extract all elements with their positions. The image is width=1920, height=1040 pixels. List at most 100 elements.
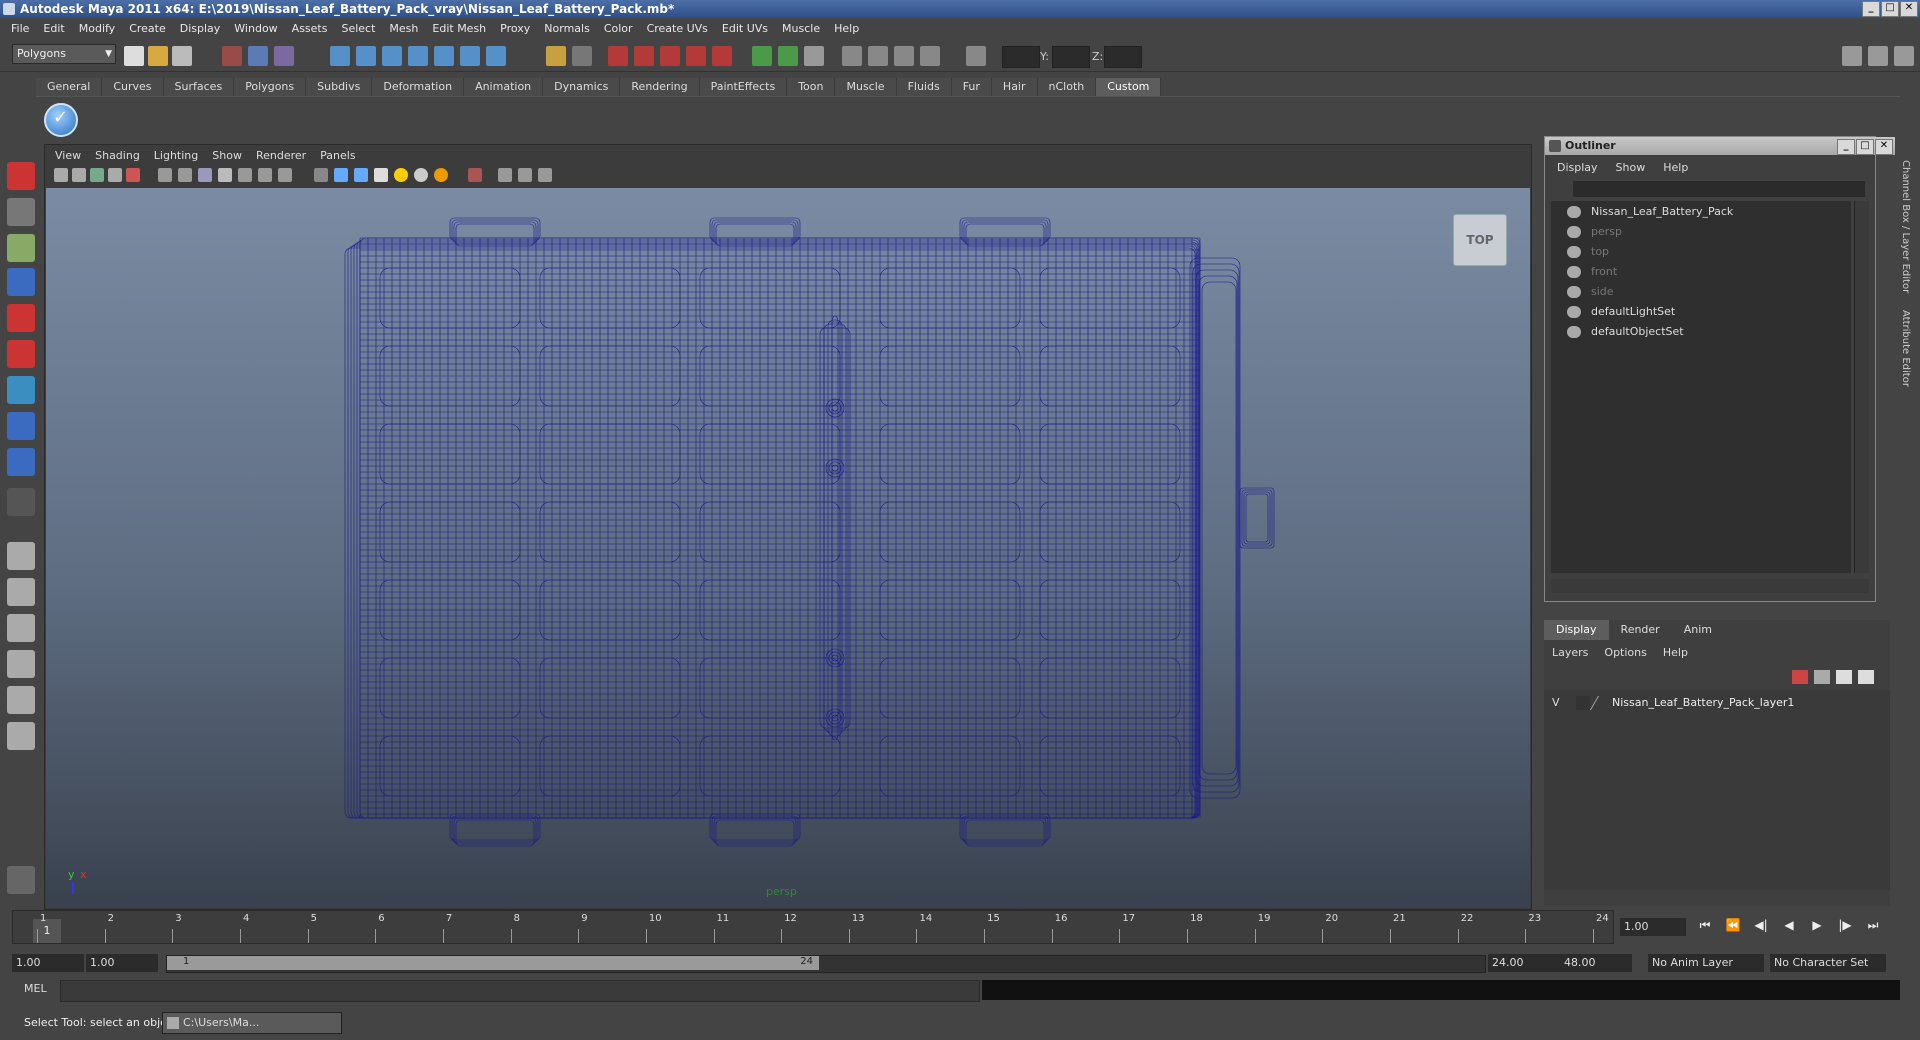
minimized-window[interactable]: C:\Users\Ma... — [162, 1012, 342, 1034]
selection-highlight-icon[interactable] — [468, 168, 482, 182]
z-field[interactable] — [1104, 46, 1142, 68]
panel-menu-show[interactable]: Show — [205, 148, 249, 164]
camera-pan-icon[interactable] — [868, 46, 888, 66]
layer-color-swatch[interactable] — [1589, 696, 1612, 710]
menu-color[interactable]: Color — [597, 22, 640, 35]
outliner-maximize-button[interactable]: □ — [1856, 139, 1874, 155]
tab-muscle[interactable]: Muscle — [835, 78, 897, 96]
share-icon[interactable] — [538, 168, 552, 182]
paint-select-tool-icon[interactable] — [7, 234, 35, 262]
outliner-item[interactable]: front — [1567, 263, 1617, 281]
history-icon[interactable] — [460, 46, 480, 66]
tab-surfaces[interactable]: Surfaces — [163, 78, 235, 96]
attribute-editor-tab[interactable]: Attribute Editor — [1900, 310, 1911, 387]
time-slider[interactable]: 1 1 2 3 4 5 6 7 8 9 10 11 12 13 14 15 16 17 18 19 20 21 22 23 2… — [12, 910, 1614, 944]
hypershade-icon[interactable] — [686, 46, 706, 66]
show-attribute-editor-icon[interactable] — [778, 46, 798, 66]
playback-end-field[interactable]: 24.00 — [1488, 954, 1560, 972]
isolate-select-icon[interactable] — [314, 168, 328, 182]
lasso-tool-icon[interactable] — [7, 198, 35, 226]
range-slider-handle[interactable]: 1 24 — [167, 956, 819, 970]
image-plane-icon[interactable] — [108, 168, 122, 182]
anim-start-field[interactable]: 1.00 — [12, 954, 84, 972]
snap-grid-icon[interactable] — [330, 46, 350, 66]
menu-window[interactable]: Window — [227, 22, 284, 35]
outliner-menu-show[interactable]: Show — [1616, 161, 1646, 174]
menu-modify[interactable]: Modify — [72, 22, 122, 35]
menu-assets[interactable]: Assets — [285, 22, 335, 35]
soft-mod-icon[interactable] — [7, 412, 35, 440]
input-icon[interactable] — [572, 46, 592, 66]
render-view-icon[interactable] — [712, 46, 732, 66]
no-lights-icon[interactable] — [434, 168, 448, 182]
camera-zoom-icon[interactable] — [894, 46, 914, 66]
camera-icon[interactable] — [842, 46, 862, 66]
smooth-shade-icon[interactable] — [218, 168, 232, 182]
tab-curves[interactable]: Curves — [102, 78, 164, 96]
mel-input[interactable] — [60, 980, 980, 1002]
move-tool-icon[interactable] — [7, 268, 35, 296]
menu-file[interactable]: File — [4, 22, 36, 35]
select-object-icon[interactable] — [248, 46, 268, 66]
shadow-icon[interactable] — [334, 168, 348, 182]
menu-display[interactable]: Display — [173, 22, 228, 35]
all-lights-icon[interactable] — [414, 168, 428, 182]
layout-icon[interactable] — [1842, 46, 1862, 66]
tab-polygons[interactable]: Polygons — [234, 78, 307, 96]
ninja-star-icon[interactable] — [7, 866, 35, 894]
go-to-end-icon[interactable]: ⏭ — [1864, 918, 1882, 933]
select-camera-icon[interactable] — [54, 168, 68, 182]
tab-layer-anim[interactable]: Anim — [1672, 620, 1724, 640]
layer-move-down-icon[interactable] — [1814, 670, 1830, 684]
layer-row[interactable]: V Nissan_Leaf_Battery_Pack_layer1 — [1548, 694, 1878, 712]
outliner-menu-help[interactable]: Help — [1663, 161, 1688, 174]
panel-menu-renderer[interactable]: Renderer — [249, 148, 313, 164]
layer-menu-options[interactable]: Options — [1604, 646, 1646, 659]
layer-menu-help[interactable]: Help — [1663, 646, 1688, 659]
channel-layout-icon[interactable] — [1868, 46, 1888, 66]
camera-attributes-icon[interactable] — [72, 168, 86, 182]
save-scene-icon[interactable] — [172, 46, 192, 66]
step-back-frame-icon[interactable]: ◀| — [1752, 918, 1770, 933]
layer-playback-toggle[interactable] — [1576, 696, 1590, 710]
universal-manipulator-icon[interactable] — [7, 376, 35, 404]
show-tool-settings-icon[interactable] — [804, 46, 824, 66]
menu-normals[interactable]: Normals — [537, 22, 597, 35]
menu-set-select[interactable]: Polygons ▼ — [12, 44, 116, 64]
open-scene-icon[interactable] — [148, 46, 168, 66]
high-quality-icon[interactable] — [354, 168, 368, 182]
playback-start-field[interactable]: 1.00 — [86, 954, 158, 972]
step-forward-frame-icon[interactable]: |▶ — [1836, 918, 1854, 933]
panel-menu-panels[interactable]: Panels — [313, 148, 362, 164]
panel-menu-shading[interactable]: Shading — [88, 148, 147, 164]
xray-icon[interactable] — [258, 168, 272, 182]
graph-layout-icon[interactable] — [7, 650, 35, 678]
layer-menu-layers[interactable]: Layers — [1552, 646, 1588, 659]
menu-edit[interactable]: Edit — [36, 22, 71, 35]
play-forward-icon[interactable]: ▶ — [1808, 918, 1826, 933]
select-component-icon[interactable] — [274, 46, 294, 66]
select-hierarchy-icon[interactable] — [222, 46, 242, 66]
y-field[interactable] — [1052, 46, 1090, 68]
new-layer-icon[interactable] — [1836, 670, 1852, 684]
ipr-render-icon[interactable] — [634, 46, 654, 66]
mel-label[interactable]: MEL — [24, 982, 47, 995]
tab-toon[interactable]: Toon — [787, 78, 836, 96]
tab-ncloth[interactable]: nCloth — [1037, 78, 1097, 96]
render-settings-icon[interactable] — [660, 46, 680, 66]
bookmark-icon[interactable] — [90, 168, 104, 182]
four-view-layout-icon[interactable] — [7, 578, 35, 606]
character-set-select[interactable]: No Character Set — [1770, 954, 1886, 972]
close-button[interactable]: ✕ — [1900, 1, 1918, 17]
channel-box-tab[interactable]: Channel Box / Layer Editor — [1900, 160, 1911, 293]
checkmark-shelf-icon[interactable] — [44, 103, 78, 137]
uv-layout-icon[interactable] — [7, 722, 35, 750]
outliner-close-button[interactable]: ✕ — [1875, 139, 1893, 155]
menu-help[interactable]: Help — [827, 22, 866, 35]
render-icon[interactable] — [608, 46, 628, 66]
panel-menu-lighting[interactable]: Lighting — [147, 148, 205, 164]
scale-tool-icon[interactable] — [7, 340, 35, 368]
go-to-start-icon[interactable]: ⏮ — [1696, 918, 1714, 933]
wireframe-icon[interactable] — [198, 168, 212, 182]
menu-create[interactable]: Create — [122, 22, 173, 35]
